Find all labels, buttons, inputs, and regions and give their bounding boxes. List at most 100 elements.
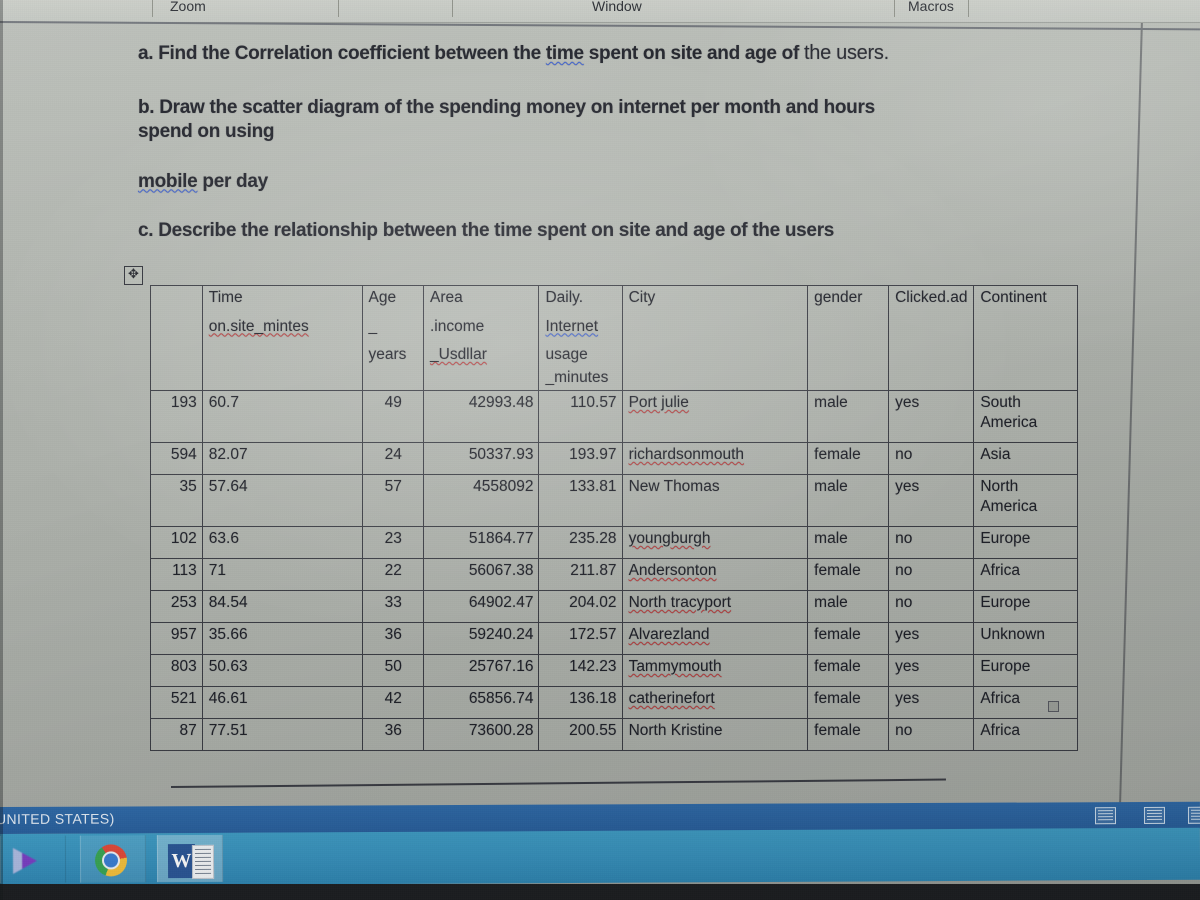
table-header: Time on.site_mintes Age _ years Area .in…	[150, 284, 1078, 392]
monitor-bezel-bottom	[0, 884, 1200, 900]
cell-continent: South America	[973, 390, 1078, 444]
cell-daily-internet-usage: 204.02	[538, 590, 623, 624]
cell-clicked-ad: no	[888, 442, 975, 476]
cell-age: 22	[361, 558, 424, 592]
cell-area-income: 56067.38	[422, 558, 540, 592]
data-table-container: Time on.site_mintes Age _ years Area .in…	[150, 284, 1078, 752]
question-b-line2: spend on using	[138, 120, 275, 142]
table-row: 594 82.07 24 50337.93 193.97 richardsonmouth f…	[150, 442, 1078, 476]
cell-clicked-ad: yes	[888, 390, 975, 444]
header-age-line2: _	[368, 317, 378, 335]
taskbar-item-word[interactable]: W	[156, 834, 224, 883]
cell-city: Andersonton	[621, 558, 809, 592]
table-resize-handle[interactable]	[1048, 701, 1059, 712]
header-continent: Continent	[973, 284, 1078, 392]
cell-age: 23	[361, 526, 424, 560]
document-page: a. Find the Correlation coefficient betw…	[0, 23, 1200, 808]
header-daily-line3: usage	[545, 346, 588, 364]
cell-time-on-site: 77.51	[201, 718, 363, 752]
taskbar-item-media-player[interactable]	[0, 835, 67, 883]
cell-index: 35	[150, 474, 203, 528]
table-move-handle-icon[interactable]: ✥	[124, 266, 143, 285]
cell-city-text: Alvarezland	[628, 626, 710, 644]
question-a-prefix: a.	[138, 43, 154, 64]
cell-city: North tracyport	[621, 590, 809, 624]
cell-city-text: catherinefort	[628, 690, 715, 708]
cell-daily-internet-usage: 211.87	[538, 558, 623, 592]
table-row: 35 57.64 57 4558092 133.81 New Thomas male yes N…	[150, 474, 1078, 528]
table-row: 193 60.7 49 42993.48 110.57 Port julie male yes…	[150, 390, 1078, 444]
cell-clicked-ad: no	[888, 718, 975, 752]
cell-gender: male	[807, 474, 890, 528]
ribbon-strip: Zoom Window Macros	[0, 0, 1200, 22]
web-layout-icon[interactable]	[1187, 806, 1200, 824]
cell-daily-internet-usage: 136.18	[538, 686, 623, 720]
header-age-line1: Age	[368, 289, 397, 306]
user-data-table: Time on.site_mintes Age _ years Area .in…	[150, 284, 1078, 752]
cell-continent: Africa	[973, 718, 1078, 752]
cell-clicked-ad: yes	[888, 622, 975, 656]
header-time-line1: Time	[208, 289, 243, 306]
cell-city: New Thomas	[621, 474, 809, 528]
cell-city: Port julie	[621, 390, 809, 444]
cell-area-income: 50337.93	[422, 442, 540, 476]
cell-daily-internet-usage: 235.28	[538, 526, 623, 560]
header-city-label: City	[628, 289, 656, 306]
header-city: City	[621, 284, 809, 392]
screen-photograph: Zoom Window Macros a. Find the Correlati…	[0, 0, 1200, 900]
header-area-line1: Area	[430, 289, 463, 306]
ribbon-group-zoom[interactable]: Zoom	[170, 0, 206, 14]
question-a-tail: the users.	[804, 42, 889, 64]
cell-time-on-site: 50.63	[201, 654, 363, 688]
cell-age: 36	[361, 622, 424, 656]
taskbar-item-chrome[interactable]	[79, 835, 147, 883]
cell-continent: North America	[973, 474, 1078, 528]
header-clicked-ad: Clicked.ad	[888, 284, 975, 392]
header-gender-label: gender	[814, 289, 863, 306]
read-mode-icon[interactable]	[1094, 807, 1117, 825]
ribbon-separator	[338, 0, 339, 17]
cell-continent: Unknown	[973, 622, 1078, 656]
table-row: 113 71 22 56067.38 211.87 Andersonton female no…	[150, 558, 1078, 592]
print-layout-icon[interactable]	[1143, 806, 1166, 825]
cell-city-text: youngburgh	[628, 530, 711, 548]
cell-age: 33	[361, 590, 424, 624]
cell-age: 50	[361, 654, 424, 688]
status-language-label[interactable]: UNITED STATES)	[0, 810, 115, 827]
cell-city-text: Andersonton	[628, 562, 717, 580]
question-b-line1: b. Draw the scatter diagram of the spend…	[138, 97, 875, 118]
cell-index: 113	[150, 558, 203, 592]
header-time-line2: on.site_mintes	[208, 317, 309, 335]
header-gender: gender	[807, 284, 890, 392]
header-area-income: Area .income _Usdllar	[422, 284, 540, 392]
cell-index: 957	[150, 622, 203, 656]
cell-gender: male	[807, 526, 890, 560]
cell-daily-internet-usage: 142.23	[538, 654, 623, 688]
header-clickedad-label: Clicked.ad	[895, 289, 968, 306]
question-c: c. Describe the relationship between the…	[138, 220, 835, 242]
cell-index: 102	[150, 526, 203, 560]
cell-index: 87	[150, 718, 203, 752]
cell-gender: male	[807, 590, 890, 624]
cell-gender: female	[807, 442, 890, 476]
cell-gender: female	[807, 654, 890, 688]
ribbon-group-window[interactable]: Window	[592, 0, 642, 14]
chrome-icon	[94, 844, 128, 877]
table-header-row: Time on.site_mintes Age _ years Area .in…	[150, 284, 1078, 392]
question-b-line3: mobile per day	[138, 170, 1038, 194]
table-row: 803 50.63 50 25767.16 142.23 Tammymouth female…	[150, 654, 1078, 688]
ribbon-group-macros[interactable]: Macros	[908, 0, 954, 14]
cell-continent: Europe	[973, 590, 1078, 624]
cell-age: 36	[361, 718, 424, 752]
cell-city: North Kristine	[621, 718, 809, 752]
cell-city-text: richardsonmouth	[628, 446, 745, 464]
header-daily-line4: _minutes	[545, 368, 609, 386]
question-a: a. Find the Correlation coefficient betw…	[138, 41, 1038, 66]
cell-gender: female	[807, 558, 890, 592]
cell-city: Alvarezland	[621, 622, 809, 656]
question-b-squiggle-word: mobile	[138, 170, 198, 192]
ribbon-separator	[968, 0, 969, 17]
table-row: 521 46.61 42 65856.74 136.18 catherinefort fem…	[150, 686, 1078, 720]
table-row: 102 63.6 23 51864.77 235.28 youngburgh male no E…	[150, 526, 1078, 560]
cell-time-on-site: 57.64	[201, 474, 363, 528]
